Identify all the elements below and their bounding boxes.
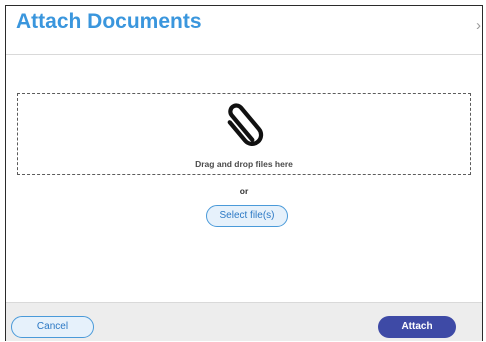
attach-documents-dialog: Attach Documents › Drag and drop files h… <box>5 5 483 341</box>
dropzone-label: Drag and drop files here <box>195 159 293 169</box>
dialog-footer: Cancel Attach <box>6 302 482 341</box>
file-dropzone[interactable]: Drag and drop files here <box>17 93 471 175</box>
dialog-title: Attach Documents <box>16 10 202 33</box>
close-icon[interactable]: › <box>476 18 481 33</box>
or-separator: or <box>239 186 249 196</box>
cancel-button[interactable]: Cancel <box>11 316 94 338</box>
select-files-button[interactable]: Select file(s) <box>206 205 288 227</box>
attach-button[interactable]: Attach <box>378 316 456 338</box>
dialog-header: Attach Documents › <box>6 6 482 55</box>
paperclip-icon <box>227 103 264 146</box>
